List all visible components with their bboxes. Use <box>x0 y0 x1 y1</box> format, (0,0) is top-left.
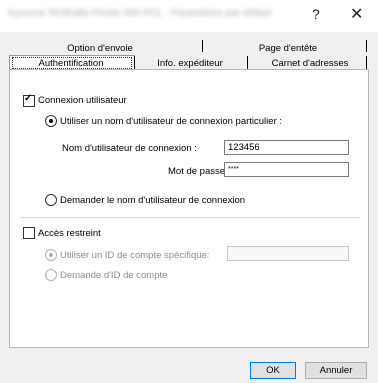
tab-option-envoie[interactable]: Option d'envoie <box>60 43 140 54</box>
cancel-button[interactable]: Annuler <box>305 362 367 379</box>
tab-authentification-label[interactable]: Authentification <box>13 58 129 69</box>
ok-button[interactable]: OK <box>250 362 296 379</box>
use-account-id-label: Utiliser un ID de compte spécifique: <box>60 250 210 261</box>
account-id-input[interactable] <box>227 246 349 261</box>
use-account-id-radio[interactable] <box>45 249 57 261</box>
title-bar: Kyocera TASKalfa Printer 000 PCL - Param… <box>0 0 378 32</box>
use-specific-login-radio[interactable] <box>45 115 57 127</box>
tab-separator <box>202 40 203 52</box>
authentication-panel <box>9 69 369 348</box>
user-login-label: Connexion utilisateur <box>38 95 127 106</box>
restricted-access-checkbox[interactable] <box>23 227 35 239</box>
tab-separator <box>366 40 367 52</box>
window-title: Kyocera TASKalfa Printer 000 PCL - Param… <box>8 8 271 19</box>
login-name-input[interactable]: 123456 <box>224 140 349 155</box>
tab-info-expediteur[interactable]: Info. expéditeur <box>148 58 232 69</box>
tab-carnet-adresses[interactable]: Carnet d'adresses <box>258 58 362 69</box>
restricted-access-label: Accès restreint <box>38 228 101 239</box>
dialog-body: Option d'envoie Page d'entête Authentifi… <box>0 32 378 383</box>
ask-login-name-radio[interactable] <box>45 194 57 206</box>
group-divider <box>20 217 360 218</box>
tab-separator <box>366 56 367 69</box>
tab-separator <box>134 56 135 69</box>
close-icon[interactable]: ✕ <box>350 4 363 24</box>
ask-account-id-radio[interactable] <box>45 269 57 281</box>
password-label: Mot de passe: <box>168 166 228 177</box>
login-name-label: Nom d'utilisateur de connexion : <box>62 143 197 154</box>
help-icon[interactable]: ? <box>312 6 320 22</box>
ask-login-name-label: Demander le nom d'utilisateur de connexi… <box>60 195 246 206</box>
use-specific-login-label: Utiliser un nom d'utilisateur de connexi… <box>60 116 283 127</box>
ask-account-id-label: Demande d'ID de compte <box>60 270 168 281</box>
tab-separator <box>247 56 248 69</box>
tab-page-entete[interactable]: Page d'entête <box>248 43 328 54</box>
password-input[interactable]: **** <box>224 162 349 177</box>
user-login-checkbox[interactable] <box>23 93 35 107</box>
